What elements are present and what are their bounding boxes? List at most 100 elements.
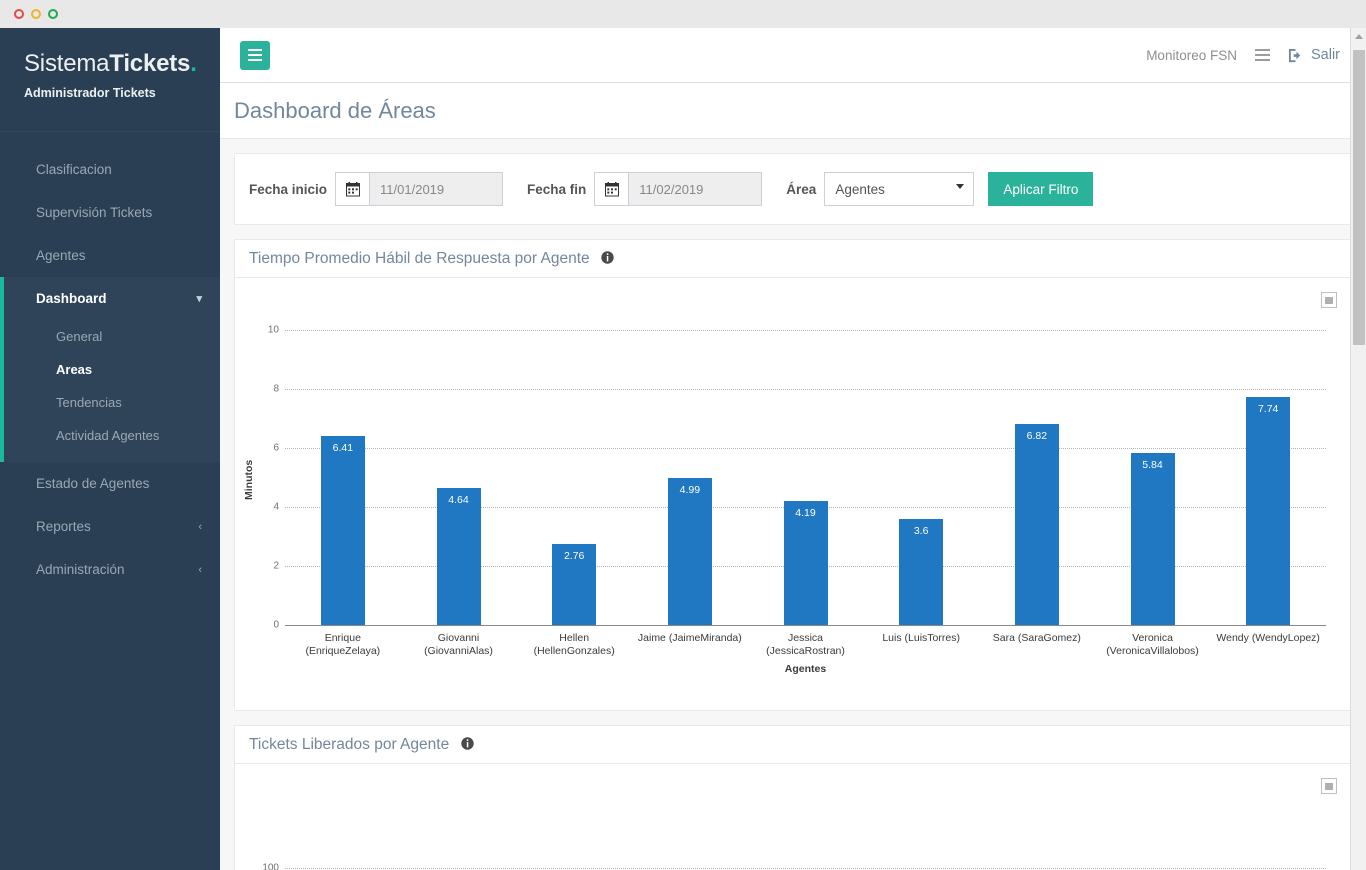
sidebar-item-general[interactable]: General [4, 320, 220, 353]
calendar-icon-addon[interactable] [595, 173, 630, 205]
brand-title: SistemaTickets. [24, 50, 220, 78]
sidebar-item-label: Reportes [36, 519, 91, 534]
info-icon[interactable] [601, 250, 614, 264]
sidebar-item-areas[interactable]: Areas [4, 353, 220, 386]
panel-title-text: Tiempo Promedio Hábil de Respuesta por A… [249, 249, 590, 267]
gridline [285, 448, 1326, 449]
sidebar-item-reportes[interactable]: Reportes ‹ [0, 505, 220, 548]
sidebar-subitem-label: General [56, 329, 103, 344]
sidebar-subnav-dashboard: General Areas Tendencias Actividad Agent… [4, 320, 220, 462]
x-axis-tick-label: Wendy (WendyLopez) [1216, 632, 1320, 644]
chevron-left-icon: ‹ [198, 563, 202, 576]
hamburger-icon-line [248, 59, 262, 61]
y-axis-tick-label: 100 [262, 862, 279, 870]
page-scrollbar[interactable] [1350, 28, 1366, 870]
gridline [285, 389, 1326, 390]
bar-chart-tiempo-promedio: 0 2 4 6 8 10 6.41 Enrique (EnriqueZelaya) 4.64 Gio… [235, 278, 1351, 710]
sidebar-item-agentes[interactable]: Agentes [0, 234, 220, 277]
fecha-fin-input-group[interactable] [594, 172, 763, 206]
sidebar-item-label: Estado de Agentes [36, 476, 150, 491]
plot-area: 0 2 4 6 8 10 6.41 Enrique (EnriqueZelaya) 4.64 Gio… [268, 325, 1326, 657]
panel-title: Tiempo Promedio Hábil de Respuesta por A… [249, 250, 614, 268]
apply-filter-button[interactable]: Aplicar Filtro [988, 172, 1094, 206]
panel-header: Tickets Liberados por Agente [235, 726, 1351, 764]
bar[interactable]: 2.76 [552, 543, 597, 625]
y-axis-tick-label: 4 [273, 501, 279, 513]
current-user-label: Monitoreo FSN [1146, 47, 1237, 63]
minimize-window-button[interactable] [31, 9, 41, 19]
area-group: Área Agentes [786, 172, 975, 206]
bar[interactable]: 5.84 [1130, 452, 1175, 625]
fecha-fin-input[interactable] [629, 173, 762, 205]
info-icon[interactable] [460, 736, 474, 750]
brand-title-part2: Tickets [109, 50, 191, 77]
fecha-inicio-input[interactable] [370, 173, 503, 205]
topbar-right-group: Monitoreo FSN Salir [1146, 47, 1340, 63]
bar-value-label: 6.82 [1026, 429, 1048, 442]
hamburger-icon[interactable] [1253, 47, 1272, 63]
fecha-inicio-input-group[interactable] [335, 172, 504, 206]
sidebar-item-label: Administración [36, 562, 125, 577]
gridline [285, 867, 1326, 869]
x-axis-tick-label: Giovanni (GiovanniAlas) [424, 632, 493, 657]
sidebar-item-dashboard[interactable]: Dashboard ▾ [4, 277, 220, 320]
logout-label: Salir [1310, 47, 1340, 63]
area-select[interactable]: Agentes [824, 172, 975, 206]
fecha-fin-label: Fecha fin [527, 181, 587, 197]
sidebar-item-label: Agentes [36, 248, 86, 263]
x-axis-line [285, 625, 1326, 626]
bar[interactable]: 6.82 [1014, 423, 1059, 625]
x-axis-tick-label: Jaime (JaimeMiranda) [637, 632, 742, 644]
sidebar-item-supervision-tickets[interactable]: Supervisión Tickets [0, 191, 220, 234]
panel-title-text: Tickets Liberados por Agente [249, 735, 450, 753]
bar-value-label: 2.76 [563, 549, 585, 562]
panel-body: 0 2 4 6 8 10 6.41 Enrique (EnriqueZelaya) 4.64 Gio… [235, 278, 1351, 710]
bar[interactable]: 4.19 [783, 501, 828, 625]
bar-value-label: 5.84 [1142, 458, 1163, 471]
bar-value-label: 4.99 [679, 483, 701, 496]
sidebar: SistemaTickets. Administrador Tickets Cl… [0, 28, 220, 870]
chart-panel-tickets-liberados: Tickets Liberados por Agente 801009092 [234, 725, 1352, 870]
brand-subtitle: Administrador Tickets [24, 86, 156, 100]
brand-title-part1: Sistema [24, 50, 110, 77]
bar[interactable]: 6.41 [320, 435, 365, 625]
sidebar-item-label: Supervisión Tickets [36, 205, 153, 220]
panel-body: 801009092 [235, 764, 1351, 870]
logout-button[interactable]: Salir [1288, 47, 1340, 63]
bar[interactable]: 3.6 [899, 518, 944, 625]
bar[interactable]: 4.99 [667, 477, 712, 625]
sidebar-brand[interactable]: SistemaTickets. Administrador Tickets [0, 28, 220, 132]
calendar-icon [604, 181, 619, 196]
bar-value-label: 6.41 [332, 441, 354, 454]
main-content: Monitoreo FSN Salir Dashboard de Áreas F… [220, 28, 1366, 870]
calendar-icon-addon[interactable] [336, 173, 371, 205]
plot-area: 801009092 [262, 816, 1326, 870]
window-controls [14, 9, 58, 19]
close-window-button[interactable] [14, 9, 24, 19]
sidebar-item-clasificacion[interactable]: Clasificacion [0, 148, 220, 191]
sidebar-item-tendencias[interactable]: Tendencias [4, 386, 220, 419]
hamburger-icon-line [248, 49, 262, 51]
sidebar-subitem-label: Actividad Agentes [56, 428, 160, 443]
sidebar-item-administracion[interactable]: Administración ‹ [0, 548, 220, 591]
x-axis-tick-label: Jessica (JessicaRostran) [766, 632, 845, 657]
bar-value-label: 3.6 [913, 524, 929, 537]
sidebar-item-label: Clasificacion [36, 162, 112, 177]
x-axis-title: Agentes [784, 663, 827, 675]
x-axis-tick-label: Hellen (HellenGonzales) [533, 632, 615, 657]
sidebar-toggle-button[interactable] [240, 40, 270, 70]
panel-title: Tickets Liberados por Agente [249, 736, 474, 754]
bar-value-label: 4.19 [795, 507, 816, 520]
sidebar-item-estado-de-agentes[interactable]: Estado de Agentes [0, 462, 220, 505]
maximize-window-button[interactable] [48, 9, 58, 19]
bar[interactable]: 7.74 [1246, 396, 1291, 625]
x-axis-tick-label: Veronica (VeronicaVillalobos) [1106, 632, 1199, 657]
scrollbar-thumb[interactable] [1353, 50, 1365, 345]
y-axis-tick-label: 8 [273, 383, 279, 395]
bar-value-label: 4.64 [448, 494, 469, 507]
page-header: Dashboard de Áreas [220, 83, 1366, 139]
bar[interactable]: 4.64 [436, 488, 481, 625]
scroll-up-button[interactable] [1351, 28, 1366, 44]
y-axis-tick-label: 6 [273, 442, 279, 454]
sidebar-item-actividad-agentes[interactable]: Actividad Agentes [4, 419, 220, 452]
